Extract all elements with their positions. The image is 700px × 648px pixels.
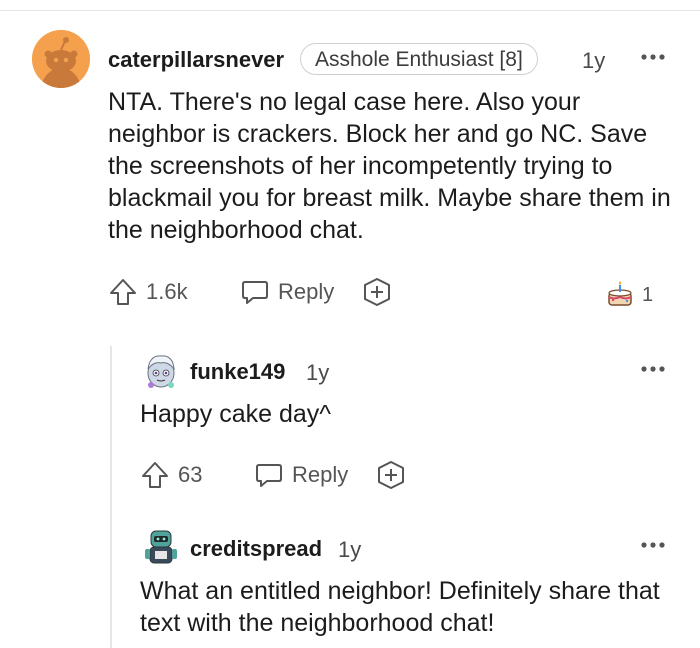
reply-avatar[interactable]	[142, 351, 180, 389]
top-divider	[0, 10, 700, 11]
reply-username[interactable]: funke149	[190, 359, 285, 385]
award-badge[interactable]: 1	[604, 279, 653, 311]
reply-body: Happy cake day^	[140, 400, 332, 428]
more-options-button[interactable]	[640, 357, 666, 380]
vote-count: 1.6k	[146, 279, 188, 304]
reply-age: 1y	[306, 360, 330, 385]
ellipsis-icon	[641, 542, 665, 548]
reply-button[interactable]: Reply	[240, 277, 334, 307]
ellipsis-icon	[641, 366, 665, 372]
ellipsis-icon	[641, 54, 665, 60]
plus-award-icon	[378, 461, 404, 489]
cake-award-icon	[608, 281, 632, 306]
comment-age: 1y	[582, 48, 606, 73]
custom-avatar-icon	[147, 355, 175, 388]
upvote-arrow-icon[interactable]	[108, 277, 138, 307]
user-avatar[interactable]	[32, 30, 90, 88]
custom-avatar-icon	[145, 530, 177, 564]
reply-button[interactable]: Reply	[254, 460, 348, 490]
give-award-button[interactable]	[374, 459, 408, 491]
award-count: 1	[642, 283, 654, 306]
reply-label: Reply	[292, 462, 349, 487]
give-award-button[interactable]	[360, 276, 394, 308]
snoo-avatar-icon	[32, 30, 90, 88]
upvote-control[interactable]: 63	[140, 460, 202, 490]
more-options-button[interactable]	[640, 533, 666, 556]
plus-award-icon	[364, 278, 390, 306]
more-options-button[interactable]	[640, 45, 666, 68]
reply-body: What an entitled neighbor! Definitely sh…	[140, 577, 660, 637]
comment-username[interactable]: caterpillarsnever	[108, 47, 284, 73]
upvote-control[interactable]: 1.6k	[108, 277, 188, 307]
user-flair: Asshole Enthusiast [8]	[300, 43, 538, 75]
reply-avatar[interactable]	[142, 527, 180, 565]
reply-age: 1y	[338, 537, 362, 562]
reply-label: Reply	[278, 279, 335, 304]
vote-count: 63	[178, 462, 203, 487]
reply-username[interactable]: creditspread	[190, 536, 322, 562]
upvote-arrow-icon[interactable]	[140, 460, 170, 490]
comment-body: NTA. There's no legal case here. Also yo…	[108, 88, 671, 244]
thread-line[interactable]	[110, 346, 112, 648]
speech-bubble-icon	[242, 281, 268, 304]
speech-bubble-icon	[256, 464, 282, 487]
